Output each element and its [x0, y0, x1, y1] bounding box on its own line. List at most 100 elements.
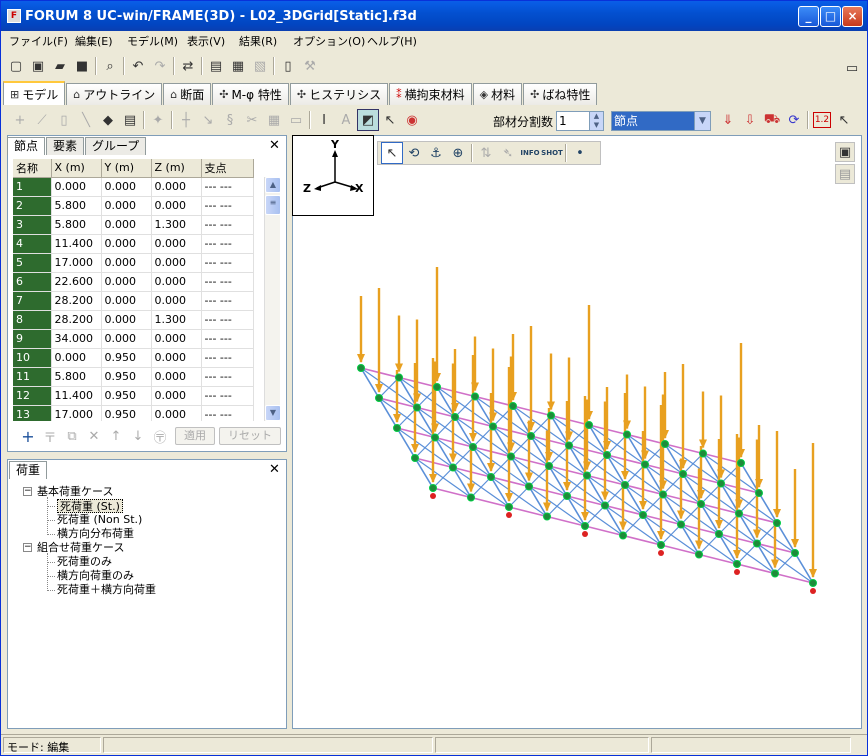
node-point[interactable]: [395, 373, 403, 382]
tab-spring[interactable]: ✣ ばね特性: [523, 83, 598, 105]
z-cell[interactable]: 0.000: [151, 348, 202, 368]
scroll-down-icon[interactable]: ▼: [265, 405, 281, 421]
node-point[interactable]: [357, 364, 365, 372]
table-row[interactable]: 5 17.000 0.000 0.000 --- ---: [13, 253, 254, 273]
member-line[interactable]: [736, 543, 758, 565]
node-name-cell[interactable]: 2: [13, 196, 52, 216]
y-cell[interactable]: 0.950: [101, 367, 152, 387]
support-point[interactable]: [582, 531, 588, 537]
node-point[interactable]: [695, 550, 703, 559]
spring-tool-icon[interactable]: §: [219, 109, 241, 131]
support-cell[interactable]: --- ---: [201, 253, 254, 273]
node-point[interactable]: [641, 460, 649, 469]
y-cell[interactable]: 0.000: [101, 253, 152, 273]
car-icon[interactable]: ⛟: [761, 109, 783, 131]
node-point[interactable]: [733, 560, 741, 568]
add-support-icon[interactable]: ▯: [53, 109, 75, 131]
table-row[interactable]: 7 28.200 0.000 0.000 --- ---: [13, 291, 254, 311]
node-point[interactable]: [677, 520, 685, 529]
color-icon[interactable]: ◉: [401, 109, 423, 131]
tree-item[interactable]: 死荷重 (St.): [57, 499, 123, 513]
zoom-icon[interactable]: ⊕: [447, 142, 469, 164]
member-line[interactable]: [698, 533, 720, 555]
node-point[interactable]: [715, 530, 723, 538]
add-node-icon[interactable]: +: [9, 109, 31, 131]
node-icon[interactable]: ✦: [147, 109, 169, 131]
node-point[interactable]: [563, 492, 571, 500]
node-point[interactable]: [657, 541, 665, 549]
support-point[interactable]: [430, 493, 436, 499]
add-member-icon[interactable]: ⟋: [31, 109, 53, 131]
model-3d-view[interactable]: [292, 135, 862, 729]
tree-item[interactable]: 死荷重のみ: [57, 555, 112, 569]
open-icon[interactable]: ▰: [49, 55, 71, 77]
node-point[interactable]: [809, 579, 817, 587]
support-cell[interactable]: --- ---: [201, 196, 254, 216]
x-cell[interactable]: 11.400: [51, 386, 102, 406]
save-view-icon[interactable]: ▣: [835, 142, 855, 162]
support-point[interactable]: [658, 550, 664, 556]
z-cell[interactable]: 1.300: [151, 310, 202, 330]
copy-row-icon[interactable]: ⧉: [61, 425, 83, 447]
node-point[interactable]: [753, 539, 761, 548]
maximize-button[interactable]: □: [820, 6, 841, 27]
node-name-cell[interactable]: 3: [13, 215, 52, 235]
y-cell[interactable]: 0.000: [101, 177, 152, 197]
table-row[interactable]: 3 5.800 0.000 1.300 --- ---: [13, 215, 254, 235]
member-line[interactable]: [774, 552, 796, 574]
support-cell[interactable]: --- ---: [201, 310, 254, 330]
node-name-cell[interactable]: 11: [13, 367, 52, 387]
view-toggle-icon[interactable]: ◩: [357, 109, 379, 131]
tree-item[interactable]: 死荷重 (Non St.): [57, 513, 142, 527]
y-cell[interactable]: 0.950: [101, 405, 152, 421]
y-cell[interactable]: 0.000: [101, 310, 152, 330]
node-point[interactable]: [527, 432, 535, 440]
member-line[interactable]: [508, 486, 530, 508]
x-cell[interactable]: 5.800: [51, 215, 102, 235]
report3-icon[interactable]: ▧: [249, 55, 271, 77]
cut-icon[interactable]: ✂: [241, 109, 263, 131]
chevron-down-icon[interactable]: ▼: [694, 111, 711, 131]
x-cell[interactable]: 28.200: [51, 291, 102, 311]
y-cell[interactable]: 0.950: [101, 348, 152, 368]
support-cell[interactable]: --- ---: [201, 386, 254, 406]
title-bar[interactable]: F FORUM 8 UC-win/FRAME(3D) - L02_3DGrid[…: [1, 1, 867, 31]
node-point[interactable]: [623, 430, 631, 439]
tab-m-phi[interactable]: ✣ M-φ 特性: [212, 83, 289, 105]
support-cell[interactable]: --- ---: [201, 215, 254, 235]
info-pointer-icon[interactable]: ↖: [379, 109, 401, 131]
column-header-support[interactable]: 支点: [201, 159, 254, 178]
node-name-cell[interactable]: 5: [13, 253, 52, 273]
x-cell[interactable]: 5.800: [51, 196, 102, 216]
node-name-cell[interactable]: 9: [13, 329, 52, 349]
x-cell[interactable]: 22.600: [51, 272, 102, 292]
support-cell[interactable]: --- ---: [201, 367, 254, 387]
node-point[interactable]: [469, 443, 477, 451]
table-row[interactable]: 11 5.800 0.950 0.000 --- ---: [13, 367, 254, 387]
tab-lateral-material[interactable]: ⁑ 横拘束材料: [389, 83, 472, 105]
node-point[interactable]: [661, 440, 669, 448]
tree-item[interactable]: 横方向分布荷重: [57, 527, 134, 541]
table-scrollbar[interactable]: ▲ ≡ ▼: [264, 177, 281, 421]
member-line[interactable]: [470, 476, 492, 498]
info-button[interactable]: INFO: [519, 142, 541, 164]
menu-option[interactable]: オプション(O): [293, 33, 365, 49]
report2-icon[interactable]: ▦: [227, 55, 249, 77]
tab-nodes[interactable]: 節点: [7, 137, 46, 155]
support-cell[interactable]: --- ---: [201, 348, 254, 368]
node-point[interactable]: [791, 549, 799, 557]
y-cell[interactable]: 0.950: [101, 386, 152, 406]
move-up-icon[interactable]: ↑: [105, 425, 127, 447]
dot-icon[interactable]: •: [569, 142, 591, 164]
node-point[interactable]: [659, 490, 667, 499]
node-point[interactable]: [411, 454, 419, 462]
node-point[interactable]: [525, 482, 533, 491]
node-point[interactable]: [679, 470, 687, 478]
frame-model-canvas[interactable]: [293, 136, 861, 728]
node-point[interactable]: [449, 463, 457, 472]
z-cell[interactable]: 0.000: [151, 234, 202, 254]
node-point[interactable]: [451, 413, 459, 421]
support-cell[interactable]: --- ---: [201, 272, 254, 292]
table-row[interactable]: 9 34.000 0.000 0.000 --- ---: [13, 329, 254, 349]
node-point[interactable]: [505, 503, 513, 511]
